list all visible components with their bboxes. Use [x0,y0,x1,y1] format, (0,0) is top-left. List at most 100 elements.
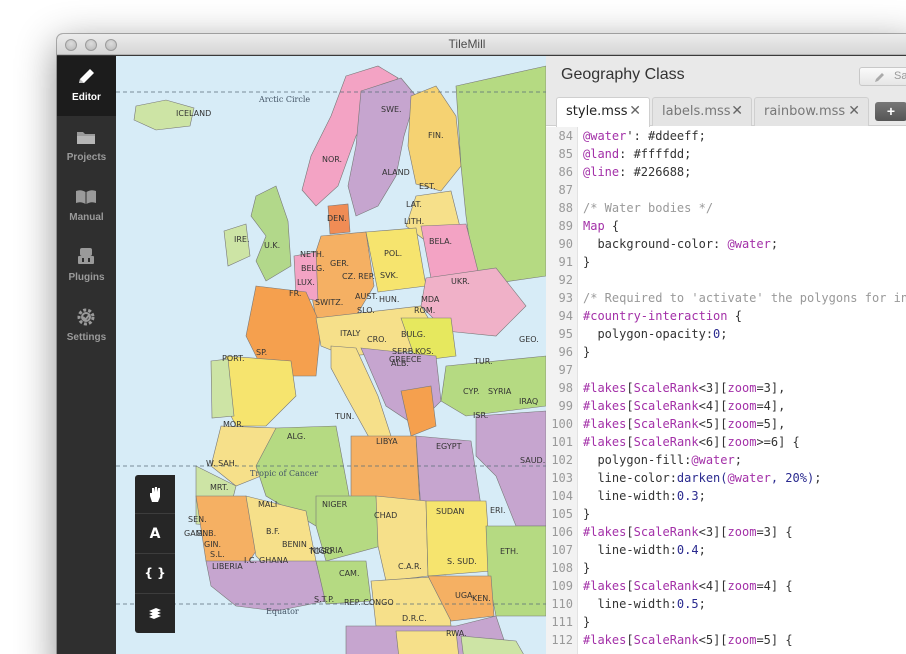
line-number: 85 [558,147,573,161]
map-country-label: CRO. [367,335,387,344]
map-country-label: AUST. [355,292,378,301]
code-token: #lakes [583,525,627,539]
code-token: 0.4 [676,543,699,557]
code-text: #country-interaction { [583,307,742,325]
layers-tool-button[interactable] [135,595,175,634]
map-country-label: DEN. [327,214,347,223]
map-canvas[interactable]: Arctic Circle Tropic of Cancer Equator I… [116,56,546,654]
code-line: 98 #lakes[ScaleRank<3][zoom=3], [546,379,906,397]
sidebar-item-projects[interactable]: Projects [57,116,116,176]
code-token: zoom [727,399,757,413]
code-tool-button[interactable]: { } [135,555,175,594]
sidebar-item-plugins[interactable]: Plugins [57,236,116,296]
line-number: 103 [551,471,573,485]
close-icon[interactable]: ✕ [848,103,860,119]
arctic-circle-label: Arctic Circle [258,95,310,104]
code-line: 105} [546,505,906,523]
map-country-label: SEN. [188,515,207,524]
code-text: Map { [583,217,619,235]
map-view[interactable]: Arctic Circle Tropic of Cancer Equator I… [116,56,546,654]
map-toolbar: A { } [135,475,175,633]
close-icon[interactable]: ✕ [629,103,641,119]
map-country-label: LAT. [406,200,422,209]
code-token: ScaleRank [633,381,699,395]
country-greece [400,385,437,437]
book-icon [76,190,96,204]
sidebar-item-editor[interactable]: Editor [57,56,116,116]
map-country-label: GIN. [204,540,221,549]
code-line: 108} [546,559,906,577]
code-token: <3][ [698,525,728,539]
code-text: line-width:0.4; [583,541,705,559]
code-line: 101 #lakes[ScaleRank<6][zoom>=6] { [546,433,906,451]
tab-style-mss[interactable]: style.mss ✕ [556,97,650,127]
code-token: ; [698,597,706,611]
code-token: ; [720,327,728,341]
map-country-label: SYRIA [488,387,512,396]
code-token: 0.5 [676,597,699,611]
map-country-label: NIGER [322,500,348,509]
code-text: @land: #ffffdd; [583,145,691,163]
code-token: <5][ [698,417,728,431]
tab-rainbow-mss[interactable]: rainbow.mss ✕ [754,97,869,126]
text-tool-button[interactable]: A [135,515,175,554]
code-token: zoom [727,633,757,647]
code-token: zoom [727,525,757,539]
country-poland [365,227,427,293]
window-title: TileMill [448,37,486,51]
map-country-label: KEN. [472,594,491,603]
code-token: [ [626,399,634,413]
code-token: [ [626,633,634,647]
pencil-icon [79,69,94,83]
text-tool-icon: A [149,526,161,542]
save-button[interactable]: Save [859,67,906,86]
folder-icon [77,132,95,144]
line-number: 95 [558,327,573,341]
map-country-label: MALI [258,500,277,509]
pan-tool-button[interactable] [135,475,175,514]
line-number: 86 [558,165,573,179]
close-icon[interactable]: ✕ [731,103,743,119]
map-country-label: S.T.P. [314,595,334,604]
line-number: 99 [558,399,573,413]
line-number: 101 [551,435,573,449]
code-line: 112 #lakes[ScaleRank<5][zoom=5] { [546,631,906,649]
map-country-label: EST. [419,182,436,191]
code-text: #lakes[ScaleRank<5][zoom=5], [583,415,785,433]
code-token: [ [626,525,634,539]
sidebar-item-manual[interactable]: Manual [57,176,116,236]
code-token: =3], [756,381,786,395]
code-token: ; [770,237,779,251]
map-country-label: FIN. [428,131,444,140]
map-country-label: RWA. [446,629,467,638]
code-text: } [583,343,590,361]
map-country-label: TUN. [334,412,354,421]
line-number: 106 [551,525,573,539]
save-button-label: Save [894,70,906,82]
code-token: ScaleRank [633,435,699,449]
map-country-label: EGYPT [436,442,462,451]
code-area[interactable]: 84 @water': #ddeeff; 85 @land: #ffffdd; 86 @l… [546,127,906,654]
code-token: @water [691,453,735,467]
country-uk [250,185,292,282]
map-country-label: NOR. [322,155,342,164]
code-line: 84 @water': #ddeeff; [546,127,906,145]
map-country-label: SP. [256,348,267,357]
line-number: 111 [551,615,573,629]
tab-labels-mss[interactable]: labels.mss ✕ [652,97,752,126]
map-country-label: BELA. [429,237,452,246]
map-country-label: GER. [330,259,349,268]
code-token: darken( [676,471,728,485]
code-line: 102 polygon-fill:@water; [546,451,906,469]
code-line: 111} [546,613,906,631]
code-token: [ [626,579,634,593]
code-token: ScaleRank [633,579,699,593]
code-token: <4][ [698,399,728,413]
map-country-label: GHANA [259,556,289,565]
add-tab-button[interactable]: + [875,102,906,121]
line-number: 91 [558,255,573,269]
map-country-label: ISR. [473,411,488,420]
map-country-label: ALG. [287,432,306,441]
line-number: 105 [551,507,573,521]
sidebar-item-settings[interactable]: Settings [57,296,116,356]
